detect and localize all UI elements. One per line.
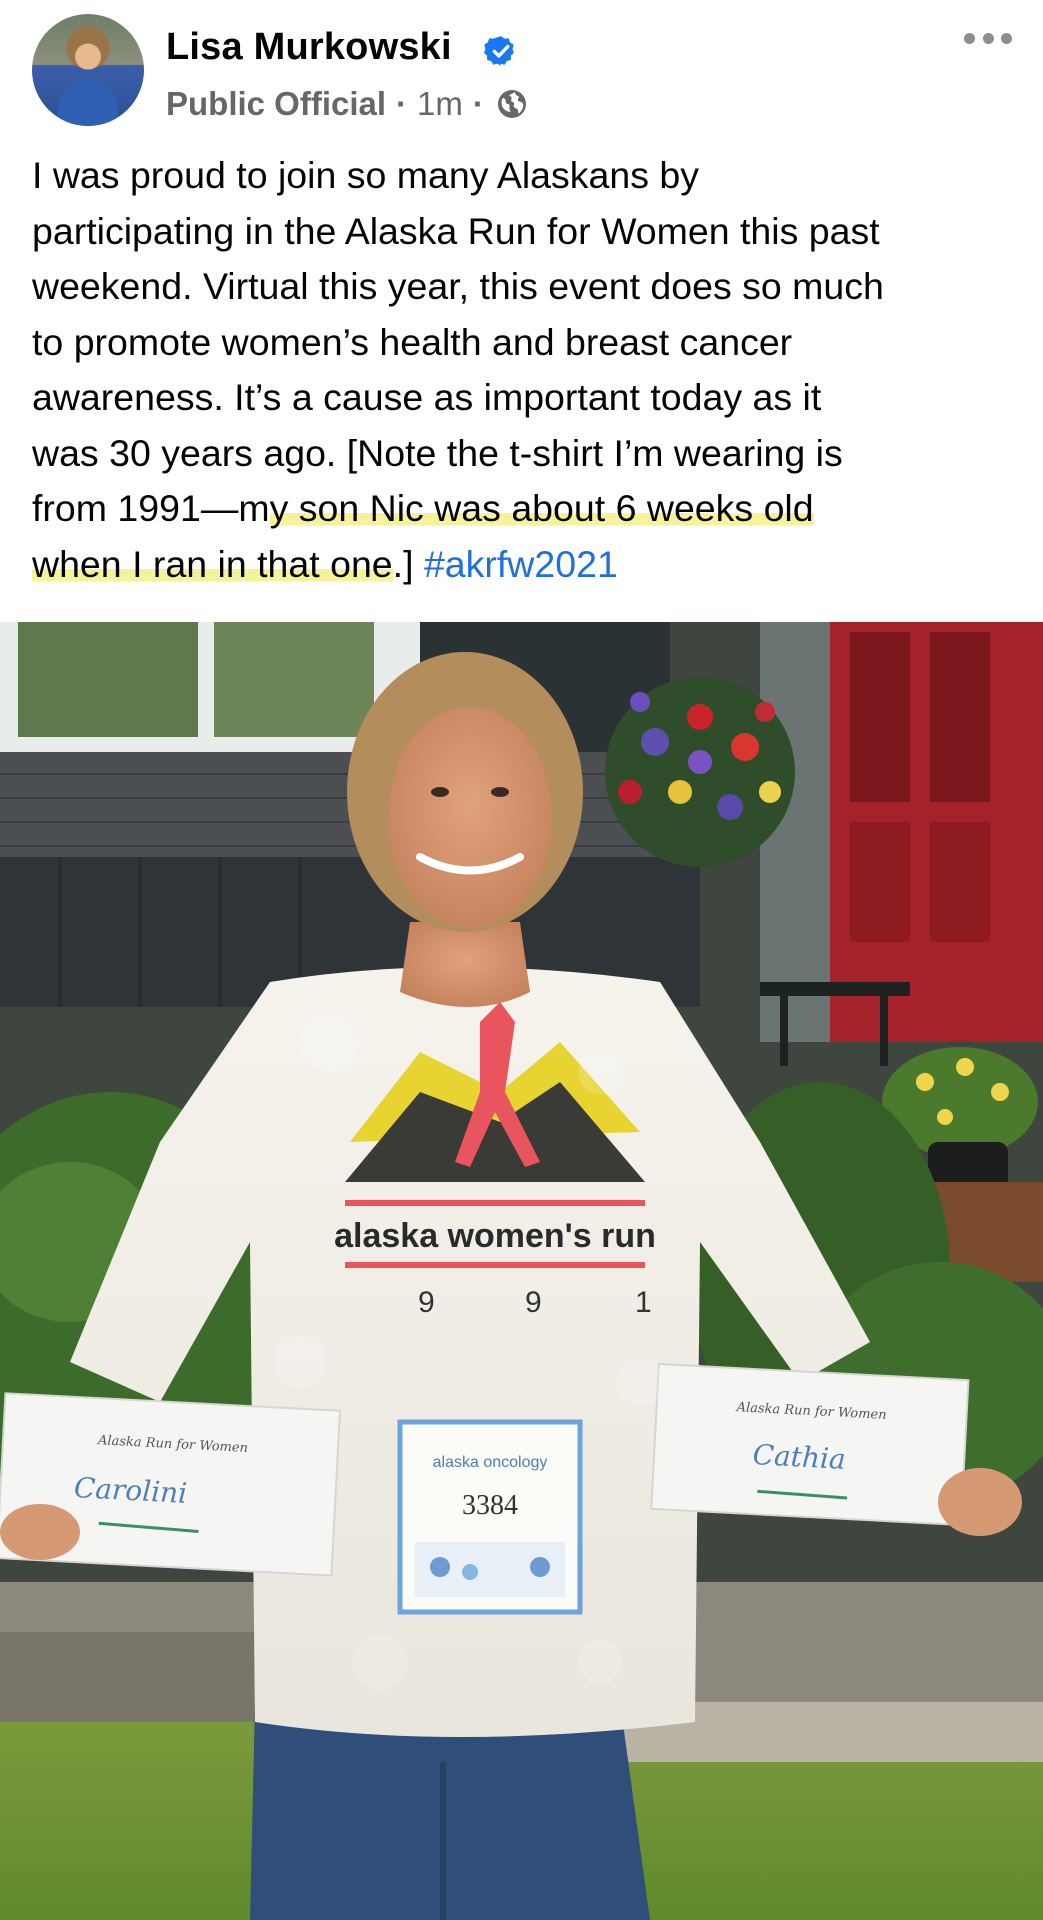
globe-icon[interactable] [496,88,528,120]
shirt-year-digit: 9 [418,1286,435,1319]
card-name: Carolini [73,1471,188,1510]
post-text-line: awareness. It’s a cause as important tod… [32,376,822,418]
shirt-text: alaska women's run [334,1217,656,1255]
hashtag-link[interactable]: #akrfw2021 [424,543,618,585]
highlighted-text: y son Nic was about 6 weeks old [269,487,814,529]
verified-badge-icon [484,36,514,66]
post-text: I was proud to join so many Alaskans by … [32,148,1022,592]
post-text-line: from 1991—my son Nic was about 6 weeks o… [32,481,1022,537]
post-text-line: weekend. Virtual this year, this event d… [32,265,884,307]
highlighted-text: when I ran in that one [32,542,393,585]
post-text-line: participating in the Alaska Run for Wome… [32,209,880,252]
card-name: Cathia [752,1438,847,1476]
post-text-line: to promote women’s health and breast can… [32,320,793,363]
post-photo[interactable]: alaska women's run 9 9 1 alaska oncology… [0,622,1043,1920]
bib-number: 3384 [462,1490,518,1521]
author-category: Public Official [166,85,387,122]
meta-separator: · [472,85,484,122]
post-text-line: when I ran in that one.] #akrfw2021 [32,537,1022,593]
post-header: Lisa Murkowski Public Official · 1m · [0,0,1043,140]
author-avatar[interactable] [32,14,144,126]
text-segment: from 1991—m [32,487,270,529]
shirt-year-digit: 1 [635,1286,652,1319]
bib-sponsor: alaska oncology [433,1454,548,1471]
author-name[interactable]: Lisa Murkowski [166,26,452,69]
shirt-year-digit: 9 [525,1286,542,1319]
post-text-line: was 30 years ago. [Note the t-shirt I’m … [32,431,843,474]
post-meta: Public Official · 1m · [166,84,528,124]
more-options-icon[interactable] [964,28,1012,48]
post-text-line: I was proud to join so many Alaskans by [32,154,700,196]
meta-separator: · [396,85,408,122]
photo-scene: alaska women's run 9 9 1 alaska oncology… [0,622,1043,1920]
text-segment: .] [392,542,424,585]
post-time[interactable]: 1m [417,85,463,123]
